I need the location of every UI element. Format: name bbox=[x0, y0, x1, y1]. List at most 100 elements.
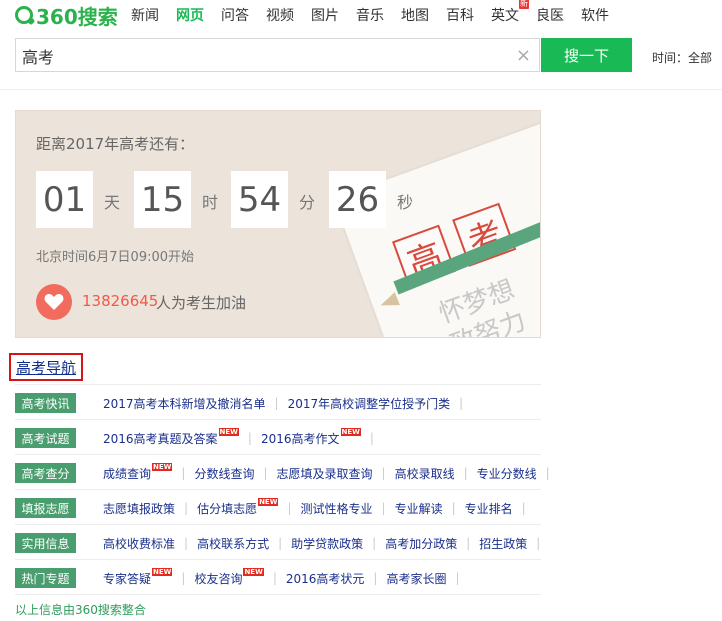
clear-icon[interactable]: × bbox=[516, 45, 531, 66]
gaokao-nav-title[interactable]: 高考导航 bbox=[9, 353, 83, 381]
row-links: 专家答疑 NEW | 校友咨询 NEW | 2016高考状元 | 高考家长圈 | bbox=[103, 560, 469, 596]
nav-link-label: 高考加分政策 bbox=[385, 536, 458, 551]
nav-link[interactable]: 志愿填报政策 bbox=[103, 500, 175, 517]
row-category-tag[interactable]: 高考查分 bbox=[15, 463, 76, 483]
section-bottom-divider bbox=[15, 594, 541, 595]
nav-doctor[interactable]: 良医 bbox=[536, 5, 564, 25]
nav-music[interactable]: 音乐 bbox=[356, 5, 384, 25]
nav-link[interactable]: 专业分数线 bbox=[477, 465, 537, 482]
nav-link-label: 2016高考真题及答案 bbox=[103, 431, 218, 446]
link-separator: | bbox=[272, 571, 277, 585]
nav-link[interactable]: 估分填志愿 NEW bbox=[197, 497, 279, 517]
link-separator: | bbox=[451, 501, 456, 515]
nav-row: 热门专题 专家答疑 NEW | 校友咨询 NEW | 2016高考状元 | 高考家长圈 | bbox=[15, 559, 541, 595]
link-separator: | bbox=[381, 501, 386, 515]
link-separator: | bbox=[263, 466, 268, 480]
nav-row: 实用信息 高校收费标准 | 高校联系方式 | 助学贷款政策 | 高考加分政策 | 招生政策 | bbox=[15, 524, 541, 560]
nav-baike[interactable]: 百科 bbox=[446, 5, 474, 25]
link-separator: | bbox=[184, 501, 189, 515]
nav-news[interactable]: 新闻 bbox=[131, 5, 159, 25]
nav-link-label: 专业排名 bbox=[464, 501, 513, 516]
countdown-title: 距离2017年高考还有： bbox=[36, 135, 195, 153]
nav-link[interactable]: 2016高考作文 NEW bbox=[261, 427, 361, 447]
row-links: 志愿填报政策 | 估分填志愿 NEW | 测试性格专业 | 专业解读 | 专业排名 | bbox=[103, 490, 535, 526]
exam-start-time: 北京时间6月7日09:00开始 bbox=[36, 250, 195, 265]
time-filter[interactable]: 时间：全部 bbox=[652, 49, 712, 66]
nav-link-label: 测试性格专业 bbox=[300, 501, 373, 516]
nav-link-label: 2017高考本科新增及撤消名单 bbox=[103, 396, 266, 411]
nav-link[interactable]: 专家答疑 NEW bbox=[103, 567, 173, 587]
nav-software[interactable]: 软件 bbox=[581, 5, 609, 25]
nav-link-label: 2016高考状元 bbox=[285, 571, 365, 586]
link-separator: | bbox=[184, 536, 189, 550]
seconds-value: 26 bbox=[329, 171, 386, 228]
nav-link[interactable]: 校友咨询 NEW bbox=[194, 567, 264, 587]
nav-qa[interactable]: 问答 bbox=[221, 5, 249, 25]
nav-row: 高考快讯 2017高考本科新增及撤消名单 | 2017年高校调整学位授予门类 | bbox=[15, 384, 541, 420]
nav-link-label: 估分填志愿 bbox=[197, 501, 258, 516]
nav-link[interactable]: 2017高考本科新增及撤消名单 bbox=[103, 395, 266, 412]
link-separator: | bbox=[373, 571, 378, 585]
cheer-text: 人为考生加油 bbox=[156, 294, 247, 312]
row-links: 高校收费标准 | 高校联系方式 | 助学贷款政策 | 高考加分政策 | 招生政策 | bbox=[103, 525, 549, 561]
nav-video[interactable]: 视频 bbox=[266, 5, 294, 25]
new-badge: NEW bbox=[258, 497, 279, 506]
row-category-tag[interactable]: 高考快讯 bbox=[15, 393, 76, 413]
logo[interactable]: 360搜索 bbox=[15, 2, 118, 29]
nav-link[interactable]: 志愿填及录取查询 bbox=[277, 465, 373, 482]
nav-link[interactable]: 分数线查询 bbox=[194, 465, 254, 482]
row-category-tag[interactable]: 填报志愿 bbox=[15, 498, 76, 518]
nav-map[interactable]: 地图 bbox=[401, 5, 429, 25]
nav-link[interactable]: 2017年高校调整学位授予门类 bbox=[288, 395, 451, 412]
search-button[interactable]: 搜一下 bbox=[541, 38, 632, 72]
link-separator: | bbox=[287, 501, 292, 515]
nav-english-label: 英文 bbox=[491, 8, 519, 24]
new-badge: NEW bbox=[152, 462, 173, 471]
heart-icon[interactable] bbox=[36, 284, 72, 320]
nav-link-label: 助学贷款政策 bbox=[291, 536, 364, 551]
search-input[interactable] bbox=[22, 45, 502, 67]
nav-link[interactable]: 成绩查询 NEW bbox=[103, 462, 173, 482]
days-value: 01 bbox=[36, 171, 93, 228]
nav-link[interactable]: 高校录取线 bbox=[395, 465, 455, 482]
nav-row: 填报志愿 志愿填报政策 | 估分填志愿 NEW | 测试性格专业 | 专业解读 | 专业排名 | bbox=[15, 489, 541, 525]
nav-link[interactable]: 2016高考状元 bbox=[286, 570, 365, 587]
nav-link-label: 高校录取线 bbox=[394, 466, 455, 481]
logo-text: 360搜索 bbox=[36, 4, 118, 29]
new-badge: NEW bbox=[243, 567, 264, 576]
nav-link[interactable]: 2016高考真题及答案 NEW bbox=[103, 427, 239, 447]
nav-link[interactable]: 测试性格专业 bbox=[301, 500, 373, 517]
nav-link[interactable]: 高考加分政策 bbox=[385, 535, 457, 552]
nav-link-label: 专业分数线 bbox=[476, 466, 537, 481]
row-category-tag[interactable]: 高考试题 bbox=[15, 428, 76, 448]
header-divider bbox=[0, 89, 722, 90]
nav-link-label: 专业解读 bbox=[394, 501, 443, 516]
nav-english[interactable]: 英文新 bbox=[491, 0, 529, 25]
link-separator: | bbox=[455, 571, 460, 585]
nav-link[interactable]: 高考家长圈 bbox=[386, 570, 446, 587]
nav-link[interactable]: 助学贷款政策 bbox=[291, 535, 363, 552]
nav-link[interactable]: 高校收费标准 bbox=[103, 535, 175, 552]
link-separator: | bbox=[372, 536, 377, 550]
nav-link-label: 志愿填及录取查询 bbox=[276, 466, 373, 481]
link-separator: | bbox=[545, 466, 550, 480]
countdown-card[interactable]: 高 考 怀梦想 致努力 距离2017年高考还有： 01 天 15 时 54 分 … bbox=[15, 110, 541, 338]
nav-link[interactable]: 高校联系方式 bbox=[197, 535, 269, 552]
link-separator: | bbox=[247, 431, 252, 445]
minutes-unit: 分 bbox=[299, 193, 316, 212]
link-separator: | bbox=[521, 501, 526, 515]
new-badge: 新 bbox=[519, 0, 529, 9]
nav-link-label: 志愿填报政策 bbox=[103, 501, 176, 516]
hours-value: 15 bbox=[134, 171, 191, 228]
nav-link-label: 高校联系方式 bbox=[197, 536, 270, 551]
nav-link[interactable]: 专业解读 bbox=[395, 500, 443, 517]
nav-link[interactable]: 专业排名 bbox=[465, 500, 513, 517]
nav-link[interactable]: 招生政策 bbox=[479, 535, 527, 552]
nav-link-label: 分数线查询 bbox=[194, 466, 255, 481]
row-category-tag[interactable]: 实用信息 bbox=[15, 533, 76, 553]
link-separator: | bbox=[278, 536, 283, 550]
row-links: 成绩查询 NEW | 分数线查询 | 志愿填及录取查询 | 高校录取线 | 专业分数线 | bbox=[103, 455, 559, 491]
nav-web[interactable]: 网页 bbox=[176, 5, 204, 25]
nav-images[interactable]: 图片 bbox=[311, 5, 339, 25]
row-category-tag[interactable]: 热门专题 bbox=[15, 568, 76, 588]
